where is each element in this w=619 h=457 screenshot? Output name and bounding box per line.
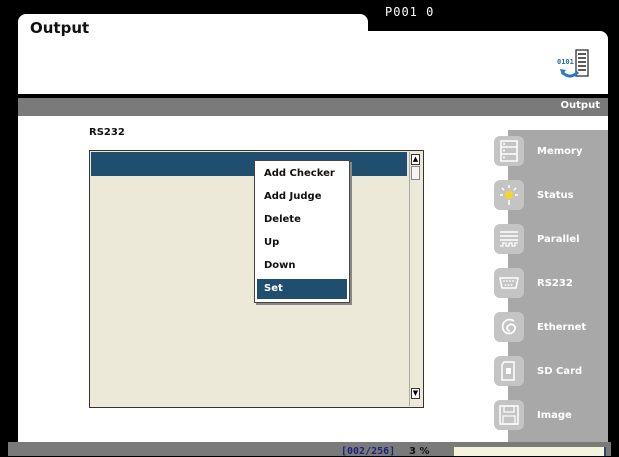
status-light-icon: [494, 180, 524, 210]
nav-item-image[interactable]: Image: [494, 400, 608, 436]
context-menu: Add Checker Add Judge Delete Up Down Set: [254, 160, 350, 303]
menu-item-add-checker[interactable]: Add Checker: [257, 164, 347, 184]
scrollbar[interactable]: ▲ ▼: [409, 152, 422, 406]
nav-item-sd-card[interactable]: SD Card: [494, 356, 608, 392]
save-image-icon: [494, 400, 524, 430]
side-nav-top: [508, 116, 608, 130]
program-id: P001 0: [385, 5, 435, 19]
section-bar-label: Output: [560, 100, 600, 111]
list-label: RS232: [89, 127, 125, 138]
scroll-thumb[interactable]: [411, 166, 420, 180]
nav-label-image: Image: [537, 410, 572, 421]
nav-item-parallel[interactable]: Parallel: [494, 224, 608, 260]
nav-label-ethernet: Ethernet: [537, 322, 587, 333]
serial-port-icon: [494, 268, 524, 298]
parallel-port-icon: [494, 224, 524, 254]
menu-item-delete[interactable]: Delete: [257, 210, 347, 230]
page-title: Output: [30, 19, 90, 37]
nav-label-status: Status: [537, 190, 574, 201]
nav-item-status[interactable]: Status: [494, 180, 608, 216]
nav-label-rs232: RS232: [537, 278, 573, 289]
menu-item-add-judge[interactable]: Add Judge: [257, 187, 347, 207]
svg-text:0101: 0101: [557, 58, 574, 66]
nav-item-ethernet[interactable]: Ethernet: [494, 312, 608, 348]
ethernet-icon: [494, 312, 524, 342]
memory-icon: [494, 136, 524, 166]
status-percent: 3 %: [409, 446, 430, 457]
nav-label-memory: Memory: [537, 146, 583, 157]
list-item-selected[interactable]: [91, 152, 407, 176]
nav-label-parallel: Parallel: [537, 234, 580, 245]
nav-label-sd-card: SD Card: [537, 366, 583, 377]
menu-item-down[interactable]: Down: [257, 256, 347, 276]
data-transfer-icon[interactable]: 0101: [556, 48, 592, 82]
status-count: [002/256]: [341, 446, 396, 457]
scroll-up-button[interactable]: ▲: [411, 154, 420, 165]
scroll-down-button[interactable]: ▼: [411, 388, 420, 399]
status-progress-box: [454, 447, 606, 456]
sd-card-icon: [494, 356, 524, 386]
nav-item-rs232[interactable]: RS232: [494, 268, 608, 304]
menu-item-up[interactable]: Up: [257, 233, 347, 253]
menu-item-set[interactable]: Set: [257, 279, 347, 299]
nav-item-memory[interactable]: Memory: [494, 136, 608, 172]
section-bar: Output: [18, 98, 608, 116]
